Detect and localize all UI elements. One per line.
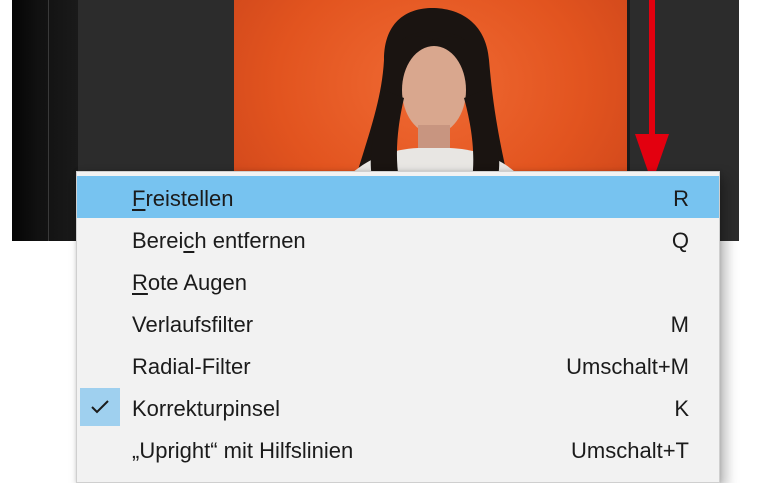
menu-item-label: Rote Augen: [132, 270, 247, 295]
checkmark-box: [80, 388, 120, 426]
menu-item-shortcut: Umschalt+M: [566, 354, 689, 379]
menu-item-verlaufsfilter[interactable]: Verlaufsfilter M: [77, 302, 719, 344]
menu-item-label: „Upright“ mit Hilfslinien: [132, 438, 354, 463]
checkmark-icon: [91, 400, 109, 414]
menu-item-label: Freistellen: [132, 186, 234, 211]
menu-item-label: Radial-Filter: [132, 354, 251, 379]
menu-item-shortcut: Q: [671, 228, 689, 253]
menu-item-shortcut: R: [673, 186, 689, 211]
menu-item-radial-filter[interactable]: Radial-Filter Umschalt+M: [77, 344, 719, 386]
menu-item-label: Korrekturpinsel: [132, 396, 280, 421]
menu-item-shortcut: K: [674, 396, 689, 421]
menu-item-shortcut: M: [670, 312, 689, 337]
left-panel-strip: [12, 0, 78, 241]
menu-item-rote-augen[interactable]: Rote Augen: [77, 260, 719, 302]
menu-item-shortcut: Umschalt+T: [571, 438, 689, 463]
menu-item-label: Verlaufsfilter: [132, 312, 254, 337]
down-arrow-icon: [635, 0, 669, 183]
context-menu: Freistellen R Bereich entfernen Q Rote A…: [76, 171, 720, 483]
menu-item-korrekturpinsel[interactable]: Korrekturpinsel K: [77, 386, 719, 428]
menu-item-upright-hilfslinien[interactable]: „Upright“ mit Hilfslinien Umschalt+T: [77, 428, 719, 470]
menu-item-label: Bereich entfernen: [132, 228, 306, 253]
menu-item-freistellen[interactable]: Freistellen R: [77, 176, 719, 218]
menu-item-bereich-entfernen[interactable]: Bereich entfernen Q: [77, 218, 719, 260]
